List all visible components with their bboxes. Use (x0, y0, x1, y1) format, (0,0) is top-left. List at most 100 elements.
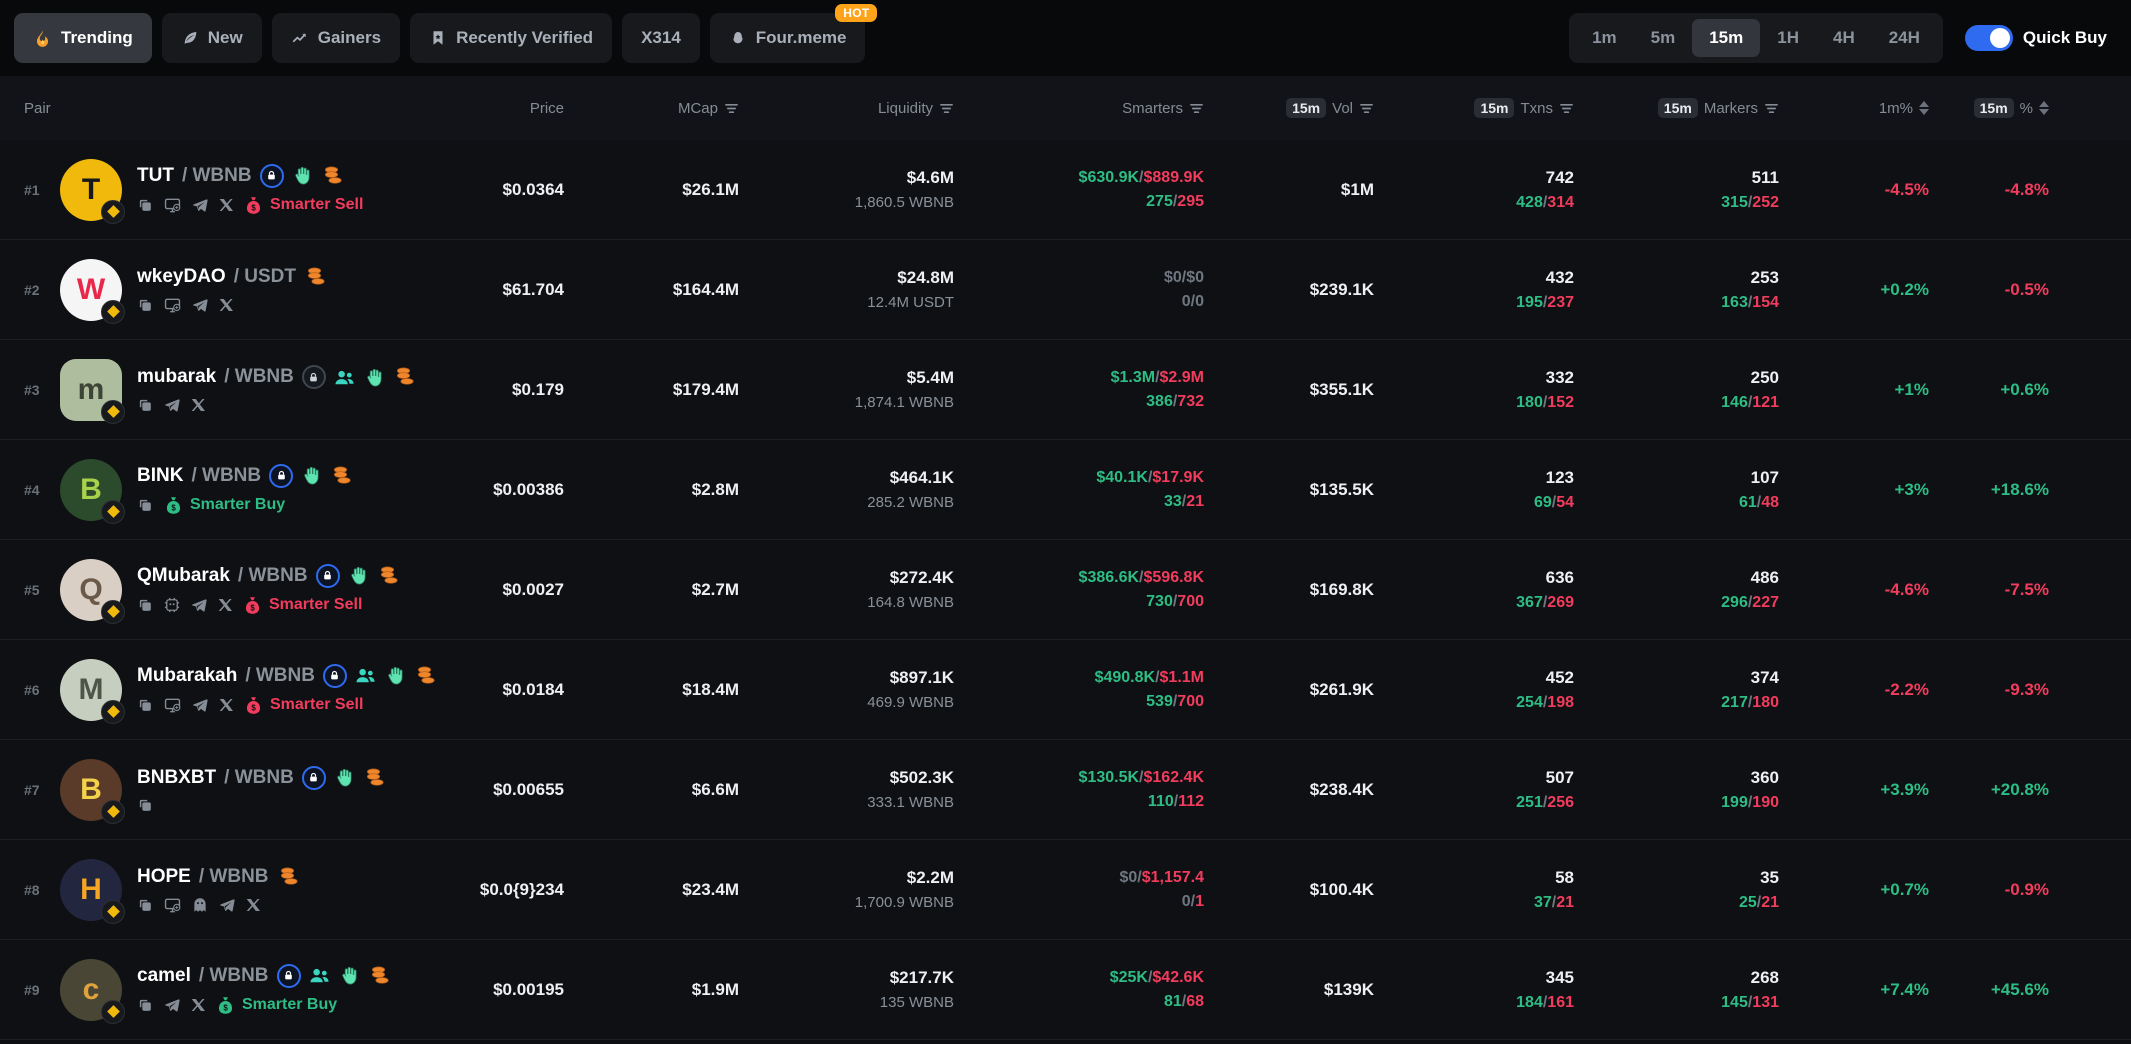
telegram-icon[interactable] (163, 996, 181, 1014)
ghost-icon[interactable] (191, 896, 209, 914)
table-row[interactable]: #9 c camel / WBNB $Smarter Buy $0.00195 … (0, 940, 2131, 1040)
tab-x314[interactable]: X314 (622, 13, 700, 63)
smart-buy-label[interactable]: $Smarter Buy (215, 995, 337, 1016)
timeframe-24H[interactable]: 24H (1872, 19, 1937, 57)
smart-sell-label[interactable]: $Smarter Sell (242, 595, 362, 616)
x-icon[interactable] (218, 197, 234, 213)
header-price[interactable]: Price (424, 100, 564, 117)
quick-buy-toggle[interactable]: Quick Buy (1965, 25, 2107, 51)
x-icon[interactable] (218, 297, 234, 313)
copy-icon[interactable] (137, 897, 154, 914)
tab-recently-verified[interactable]: Recently Verified (410, 13, 612, 63)
table-row[interactable]: #2 W wkeyDAO / USDT $61.704 $164.4M $24.… (0, 240, 2131, 340)
change-15m: -9.3% (2005, 680, 2049, 700)
table-row[interactable]: #8 H HOPE / WBNB $0.0{9}234 $23.4M $2.2M… (0, 840, 2131, 940)
toggle-switch[interactable] (1965, 25, 2013, 51)
telegram-icon[interactable] (191, 196, 209, 214)
table-row[interactable]: #4 B BINK / WBNB $Smarter Buy $0.00386 $… (0, 440, 2131, 540)
copy-icon[interactable] (137, 597, 154, 614)
lock-badge-icon (260, 164, 284, 188)
copy-icon[interactable] (137, 197, 154, 214)
timeframe-5m[interactable]: 5m (1634, 19, 1693, 57)
smart-sell-label[interactable]: $Smarter Sell (243, 695, 363, 716)
token-name[interactable]: mubarak (137, 366, 216, 388)
copy-icon[interactable] (137, 497, 154, 514)
table-row[interactable]: #6 M Mubarakah / WBNB $Smarter Sell $0.0… (0, 640, 2131, 740)
tab-four-meme[interactable]: Four.memeHOT (710, 13, 866, 63)
filter-icon[interactable] (1559, 102, 1574, 115)
header-txns[interactable]: 15mTxns (1374, 98, 1574, 118)
token-name[interactable]: camel (137, 965, 191, 987)
header-1m-pct[interactable]: 1m% (1779, 100, 1929, 117)
sort-icon[interactable] (1919, 101, 1929, 115)
table-row[interactable]: #1 T TUT / WBNB $Smarter Sell $0.0364 $2… (0, 140, 2131, 240)
tab-trending[interactable]: Trending (14, 13, 152, 63)
filter-icon[interactable] (1764, 102, 1779, 115)
table-row[interactable]: #3 m mubarak / WBNB $0.179 $179.4M $5.4M… (0, 340, 2131, 440)
tab-gainers[interactable]: Gainers (272, 13, 400, 63)
table-row[interactable]: #5 Q QMubarak / WBNB $Smarter Sell $0.00… (0, 540, 2131, 640)
telegram-icon[interactable] (163, 396, 181, 414)
smarters-buys: 81 (1164, 993, 1182, 1010)
token-links (137, 396, 417, 414)
telegram-icon[interactable] (191, 296, 209, 314)
header-pair: Pair (24, 100, 424, 117)
copy-icon[interactable] (137, 797, 154, 814)
token-name[interactable]: TUT (137, 165, 174, 187)
tab-new[interactable]: New (162, 13, 262, 63)
filter-icon[interactable] (1189, 102, 1204, 115)
markers-total: 107 (1751, 468, 1779, 488)
txns-cell: 452 254/198 (1516, 668, 1574, 712)
token-name[interactable]: wkeyDAO (137, 266, 226, 288)
markers-cell: 35 25/21 (1739, 868, 1779, 912)
table-row[interactable]: #7 B BNBXBT / WBNB $0.00655 $6.6M $502.3… (0, 740, 2131, 840)
change-15m: -4.8% (2005, 180, 2049, 200)
smart-buy-label[interactable]: $Smarter Buy (163, 495, 285, 516)
token-name[interactable]: BNBXBT (137, 767, 216, 789)
website-icon[interactable] (163, 197, 182, 214)
token-name[interactable]: QMubarak (137, 565, 230, 587)
header-liquidity[interactable]: Liquidity (739, 100, 954, 117)
filter-icon[interactable] (939, 102, 954, 115)
x-icon[interactable] (190, 997, 206, 1013)
token-name[interactable]: HOPE (137, 866, 191, 888)
website-icon[interactable] (163, 297, 182, 314)
header-markers[interactable]: 15mMarkers (1574, 98, 1779, 118)
timeframe-1H[interactable]: 1H (1760, 19, 1816, 57)
website-icon[interactable] (163, 697, 182, 714)
timeframe-4H[interactable]: 4H (1816, 19, 1872, 57)
bot-icon[interactable] (163, 596, 181, 614)
website-icon[interactable] (163, 897, 182, 914)
copy-icon[interactable] (137, 997, 154, 1014)
header-mcap[interactable]: MCap (564, 100, 739, 117)
header-15m-pct[interactable]: 15m% (1929, 98, 2049, 118)
header-vol[interactable]: 15mVol (1204, 98, 1374, 118)
markers-cell: 511 315/252 (1721, 168, 1779, 212)
x-icon[interactable] (217, 597, 233, 613)
change-15m: +20.8% (1991, 780, 2049, 800)
telegram-icon[interactable] (218, 896, 236, 914)
x-icon[interactable] (218, 697, 234, 713)
token-name[interactable]: BINK (137, 465, 183, 487)
telegram-icon[interactable] (190, 596, 208, 614)
smarters-sells: 68 (1186, 993, 1204, 1010)
filter-icon[interactable] (1359, 102, 1374, 115)
copy-icon[interactable] (137, 697, 154, 714)
filter-icon[interactable] (724, 102, 739, 115)
smart-sell-label[interactable]: $Smarter Sell (243, 195, 363, 216)
sort-icon[interactable] (2039, 101, 2049, 115)
telegram-icon[interactable] (191, 696, 209, 714)
svg-text:$: $ (223, 1003, 228, 1012)
copy-icon[interactable] (137, 397, 154, 414)
copy-icon[interactable] (137, 297, 154, 314)
header-smarters[interactable]: Smarters (954, 100, 1204, 117)
category-tabs: TrendingNewGainersRecently VerifiedX314F… (14, 13, 865, 63)
token-name[interactable]: Mubarakah (137, 665, 237, 687)
change-1m: -4.5% (1885, 180, 1929, 200)
x-icon[interactable] (245, 897, 261, 913)
liquidity-usd: $272.4K (890, 568, 954, 588)
timeframe-1m[interactable]: 1m (1575, 19, 1634, 57)
toggle-knob (1990, 28, 2010, 48)
x-icon[interactable] (190, 397, 206, 413)
timeframe-15m[interactable]: 15m (1692, 19, 1760, 57)
